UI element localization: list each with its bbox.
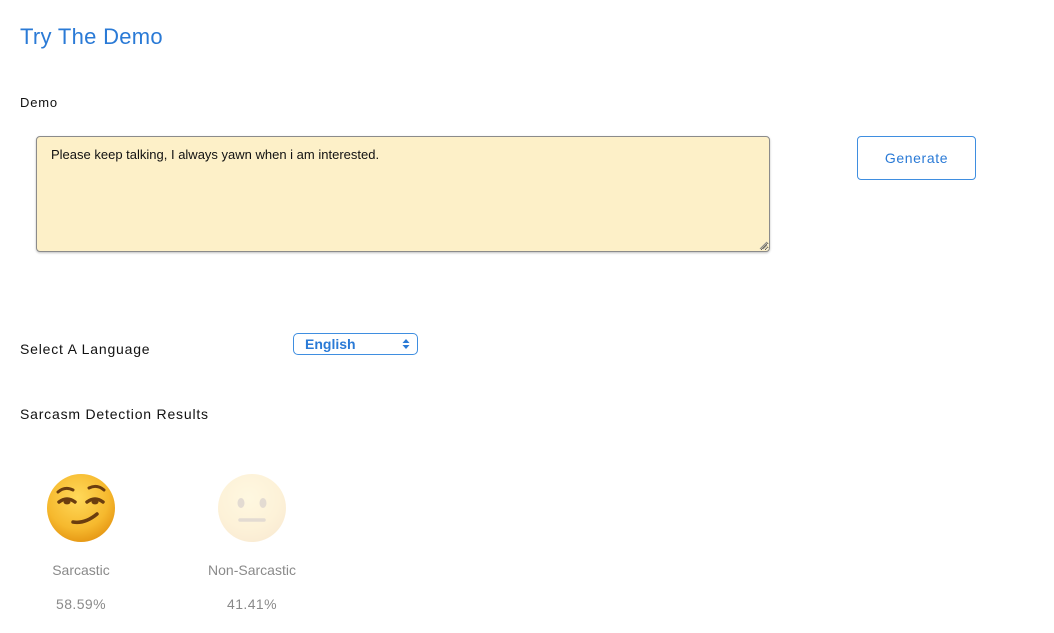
result-percent: 58.59% (56, 596, 106, 612)
result-sarcastic: Sarcastic 58.59% (21, 472, 141, 612)
generate-button[interactable]: Generate (857, 136, 976, 180)
language-label: Select A Language (20, 341, 151, 357)
result-non-sarcastic: Non-Sarcastic 41.41% (192, 472, 312, 612)
neutral-face-icon (218, 474, 286, 542)
results-label: Sarcasm Detection Results (20, 406, 209, 422)
demo-label: Demo (20, 95, 58, 110)
language-select[interactable]: English (293, 333, 418, 355)
smirking-face-icon (47, 474, 115, 542)
result-percent: 41.41% (227, 596, 277, 612)
page: Try The Demo Demo Please keep talking, I… (0, 0, 1054, 633)
page-title: Try The Demo (20, 24, 163, 49)
demo-text-input[interactable]: Please keep talking, I always yawn when … (36, 136, 770, 252)
language-selected-value: English (305, 336, 356, 352)
result-label: Non-Sarcastic (208, 562, 296, 578)
select-arrows-icon (402, 339, 410, 349)
resize-grip-icon[interactable] (758, 240, 768, 250)
result-label: Sarcastic (52, 562, 110, 578)
